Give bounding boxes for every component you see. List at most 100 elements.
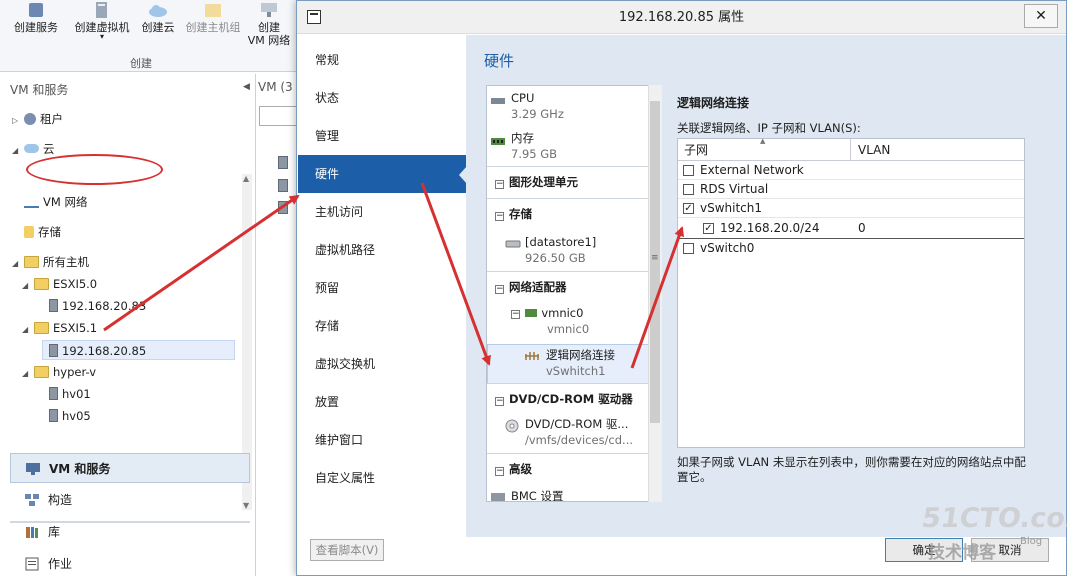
bmc-icon — [491, 493, 505, 501]
hw-logical-network[interactable]: 逻辑网络连接 vSwhitch1 — [487, 344, 649, 384]
collapse-box-icon[interactable]: − — [511, 310, 520, 319]
create-service-button[interactable]: 创建服务 — [8, 0, 64, 34]
nav-storage[interactable]: 存储 — [298, 307, 466, 345]
hw-storage-header[interactable]: − 存储 — [487, 198, 649, 230]
grid-row[interactable]: ✓ 192.168.20.0/24 0 — [678, 218, 1024, 239]
hw-datastore[interactable]: [datastore1] 926.50 GB — [525, 234, 596, 266]
collapse-box-icon[interactable]: − — [495, 212, 504, 221]
ribbon: 创建服务 创建虚拟机 ▾ 创建云 创建主机组 创建 VM 网络 创建 — [0, 0, 300, 72]
nav-custom-properties[interactable]: 自定义属性 — [298, 459, 466, 497]
watermark-blog: Blog — [1020, 536, 1043, 547]
hw-memory[interactable]: 内存 7.95 GB — [511, 130, 557, 162]
workspace-library[interactable]: 库 — [10, 517, 250, 547]
workspace-vms-services[interactable]: VM 和服务 — [10, 453, 250, 483]
row-checkbox[interactable] — [683, 165, 694, 176]
create-host-group-button[interactable]: 创建主机组 — [182, 0, 244, 34]
nic-icon — [524, 309, 537, 317]
row-checkbox-checked[interactable]: ✓ — [703, 223, 714, 234]
tree-item-tenant[interactable]: ▷ 租户 — [12, 109, 63, 129]
tree-item-host-83[interactable]: 192.168.20.83 — [46, 296, 146, 316]
nav-placement[interactable]: 放置 — [298, 383, 466, 421]
scroll-up-icon[interactable]: ▲ — [243, 174, 249, 183]
collapse-icon[interactable]: ◢ — [22, 364, 34, 384]
scroll-grip-icon: ≡ — [651, 253, 659, 263]
hint-text: 如果子网或 VLAN 未显示在列表中，则你需要在对应的网络站点中配置它。 — [677, 455, 1026, 484]
row-checkbox[interactable] — [683, 184, 694, 195]
grid-row[interactable]: External Network — [678, 161, 1024, 180]
grid-row[interactable]: RDS Virtual — [678, 180, 1024, 199]
tree-item-all-hosts[interactable]: ◢ 所有主机 — [12, 252, 89, 272]
vm-list-search-box[interactable] — [259, 106, 299, 126]
close-button[interactable]: ✕ — [1024, 4, 1058, 28]
network-icon — [261, 3, 277, 17]
library-icon — [26, 527, 38, 538]
grid-row[interactable]: vSwitch0 — [678, 239, 1024, 258]
tree-item-cloud[interactable]: ◢ 云 — [12, 139, 55, 159]
nav-general[interactable]: 常规 — [298, 41, 466, 79]
nav-management[interactable]: 管理 — [298, 117, 466, 155]
host-properties-dialog: 192.168.20.85 属性 ✕ 常规 状态 管理 硬件 主机访问 虚拟机路… — [296, 0, 1067, 576]
tree-item-esxi50[interactable]: ◢ ESXI5.0 — [22, 274, 97, 294]
column-divider[interactable] — [850, 139, 851, 161]
tenant-icon — [24, 113, 36, 125]
collapse-icon[interactable]: ◢ — [22, 276, 34, 296]
nav-host-access[interactable]: 主机访问 — [298, 193, 466, 231]
col-vlan[interactable]: VLAN — [858, 139, 890, 161]
vm-icon[interactable] — [278, 179, 288, 192]
vm-icon — [96, 2, 107, 18]
nav-virtual-switches[interactable]: 虚拟交换机 — [298, 345, 466, 383]
collapse-box-icon[interactable]: − — [495, 467, 504, 476]
memory-icon — [491, 138, 505, 145]
tree-item-hyperv[interactable]: ◢ hyper-v — [22, 362, 96, 382]
network-icon — [24, 200, 39, 208]
row-checkbox[interactable] — [683, 243, 694, 254]
hw-gpu-header[interactable]: − 图形处理单元 — [487, 166, 649, 198]
nav-hardware[interactable]: 硬件 — [298, 155, 466, 193]
redaction-ellipse — [26, 154, 163, 185]
tree-item-esxi51[interactable]: ◢ ESXI5.1 — [22, 318, 97, 338]
create-vm-network-button[interactable]: 创建 VM 网络 — [244, 0, 294, 47]
hw-network-header[interactable]: − 网络适配器 — [487, 271, 649, 303]
tree-item-storage[interactable]: 存储 — [12, 222, 61, 242]
hw-dvd[interactable]: DVD/CD-ROM 驱... /vmfs/devices/cd... — [525, 416, 633, 448]
workspace-fabric[interactable]: 构造 — [10, 485, 250, 515]
hw-cpu[interactable]: CPU 3.29 GHz — [511, 90, 564, 122]
collapse-box-icon[interactable]: − — [495, 285, 504, 294]
collapse-icon[interactable]: ◢ — [12, 141, 24, 161]
tree-item-hv05[interactable]: hv05 — [46, 406, 91, 426]
server-icon — [49, 387, 58, 400]
nav-status[interactable]: 状态 — [298, 79, 466, 117]
hw-dvd-header[interactable]: − DVD/CD-ROM 驱动器 — [487, 383, 649, 415]
dialog-nav: 常规 状态 管理 硬件 主机访问 虚拟机路径 预留 存储 虚拟交换机 放置 维护… — [298, 35, 466, 537]
workspace-jobs[interactable]: 作业 — [10, 549, 250, 576]
nav-vm-paths[interactable]: 虚拟机路径 — [298, 231, 466, 269]
collapse-arrow-icon[interactable]: ◀ — [243, 82, 250, 92]
collapse-box-icon[interactable]: − — [495, 397, 504, 406]
tree-item-host-85[interactable]: 192.168.20.85 — [42, 340, 235, 360]
view-script-button[interactable]: 查看脚本(V) — [310, 539, 384, 561]
nav-reserves[interactable]: 预留 — [298, 269, 466, 307]
row-checkbox-checked[interactable]: ✓ — [683, 203, 694, 214]
tree-item-vm-network[interactable]: VM 网络 — [12, 192, 87, 212]
collapse-box-icon[interactable]: − — [495, 180, 504, 189]
vm-list-header: VM (3 — [258, 80, 293, 94]
create-cloud-button[interactable]: 创建云 — [130, 0, 186, 34]
vm-icon[interactable] — [278, 201, 288, 214]
col-subnet[interactable]: 子网 — [684, 139, 708, 161]
nav-pane-title: VM 和服务 — [10, 83, 69, 97]
vm-icon[interactable] — [278, 156, 288, 169]
hw-advanced-header[interactable]: − 高级 — [487, 453, 649, 485]
tree-item-hv01[interactable]: hv01 — [46, 384, 91, 404]
navigation-pane: VM 和服务 ◀ ▷ 租户 ◢ 云 VM 网络 存储 ◢ 所有主机 ◢ ESXI5.0 … — [0, 74, 256, 576]
expand-icon[interactable]: ▷ — [12, 111, 24, 131]
vm-services-icon — [26, 463, 40, 475]
collapse-icon[interactable]: ◢ — [22, 320, 34, 340]
hw-bmc[interactable]: BMC 设置 — [511, 488, 564, 501]
dialog-titlebar[interactable]: 192.168.20.85 属性 ✕ — [297, 1, 1066, 34]
nav-maintenance-windows[interactable]: 维护窗口 — [298, 421, 466, 459]
grid-row[interactable]: ✓ vSwhitch1 — [678, 199, 1024, 218]
hw-vmnic[interactable]: − vmnic0 vmnic0 — [511, 305, 589, 337]
create-vm-button[interactable]: 创建虚拟机 ▾ — [70, 0, 134, 41]
collapse-icon[interactable]: ◢ — [12, 254, 24, 274]
server-icon — [49, 409, 58, 422]
